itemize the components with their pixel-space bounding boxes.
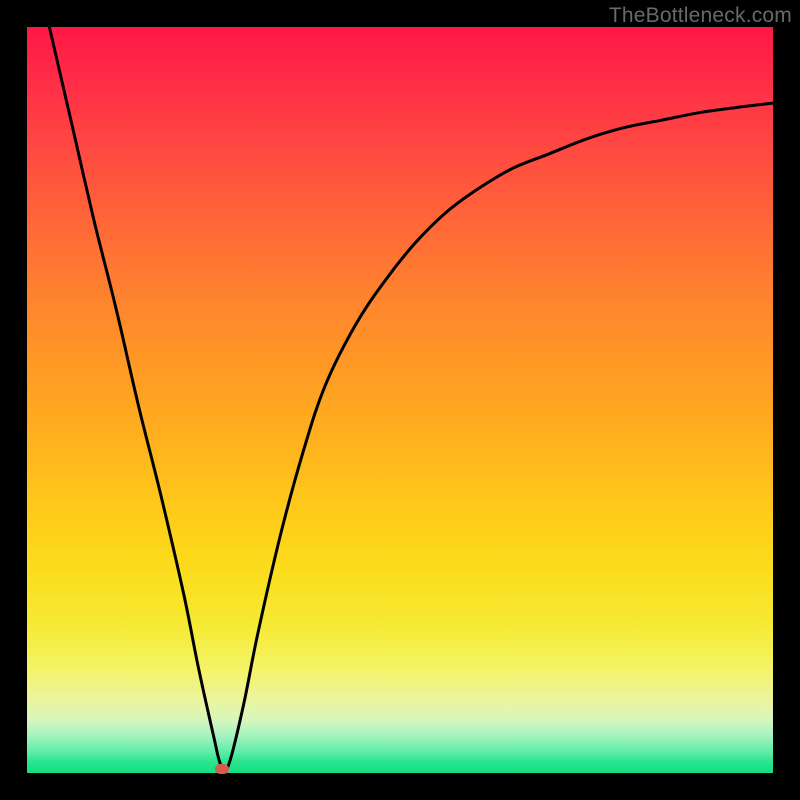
chart-frame: TheBottleneck.com <box>0 0 800 800</box>
plot-area <box>27 27 773 773</box>
line-series <box>49 27 773 772</box>
optimum-marker <box>215 764 229 774</box>
watermark-text: TheBottleneck.com <box>609 4 792 28</box>
bottleneck-curve <box>27 27 773 773</box>
